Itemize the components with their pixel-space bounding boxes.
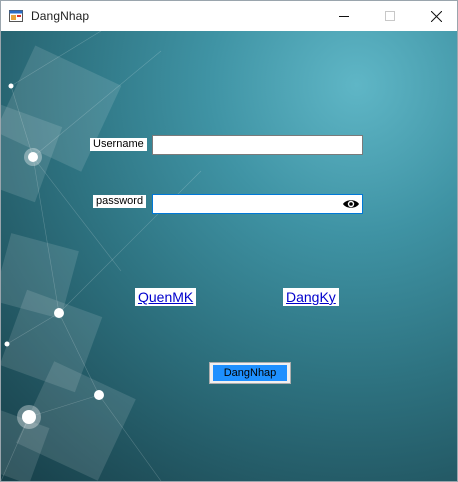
login-window: DangNhap Username password QuenMK DangKy… [0,0,458,482]
minimize-icon [339,16,349,17]
username-label: Username [90,138,147,151]
eye-icon[interactable] [342,197,360,211]
form-background: Username password QuenMK DangKy DangNhap [1,31,457,481]
password-input[interactable] [152,194,363,214]
close-icon [430,10,442,22]
maximize-button[interactable] [367,1,413,31]
title-bar[interactable]: DangNhap [1,1,457,31]
login-button-label: DangNhap [213,365,287,381]
username-input[interactable] [152,135,363,155]
password-label: password [93,195,147,208]
maximize-icon [385,11,395,21]
close-button[interactable] [413,1,457,31]
form-app-icon [9,9,23,23]
forgot-password-link[interactable]: QuenMK [135,288,197,306]
background-decoration [1,31,202,481]
login-button[interactable]: DangNhap [209,362,291,384]
register-link[interactable]: DangKy [283,288,339,306]
window-title: DangNhap [31,9,90,23]
minimize-button[interactable] [321,1,367,31]
